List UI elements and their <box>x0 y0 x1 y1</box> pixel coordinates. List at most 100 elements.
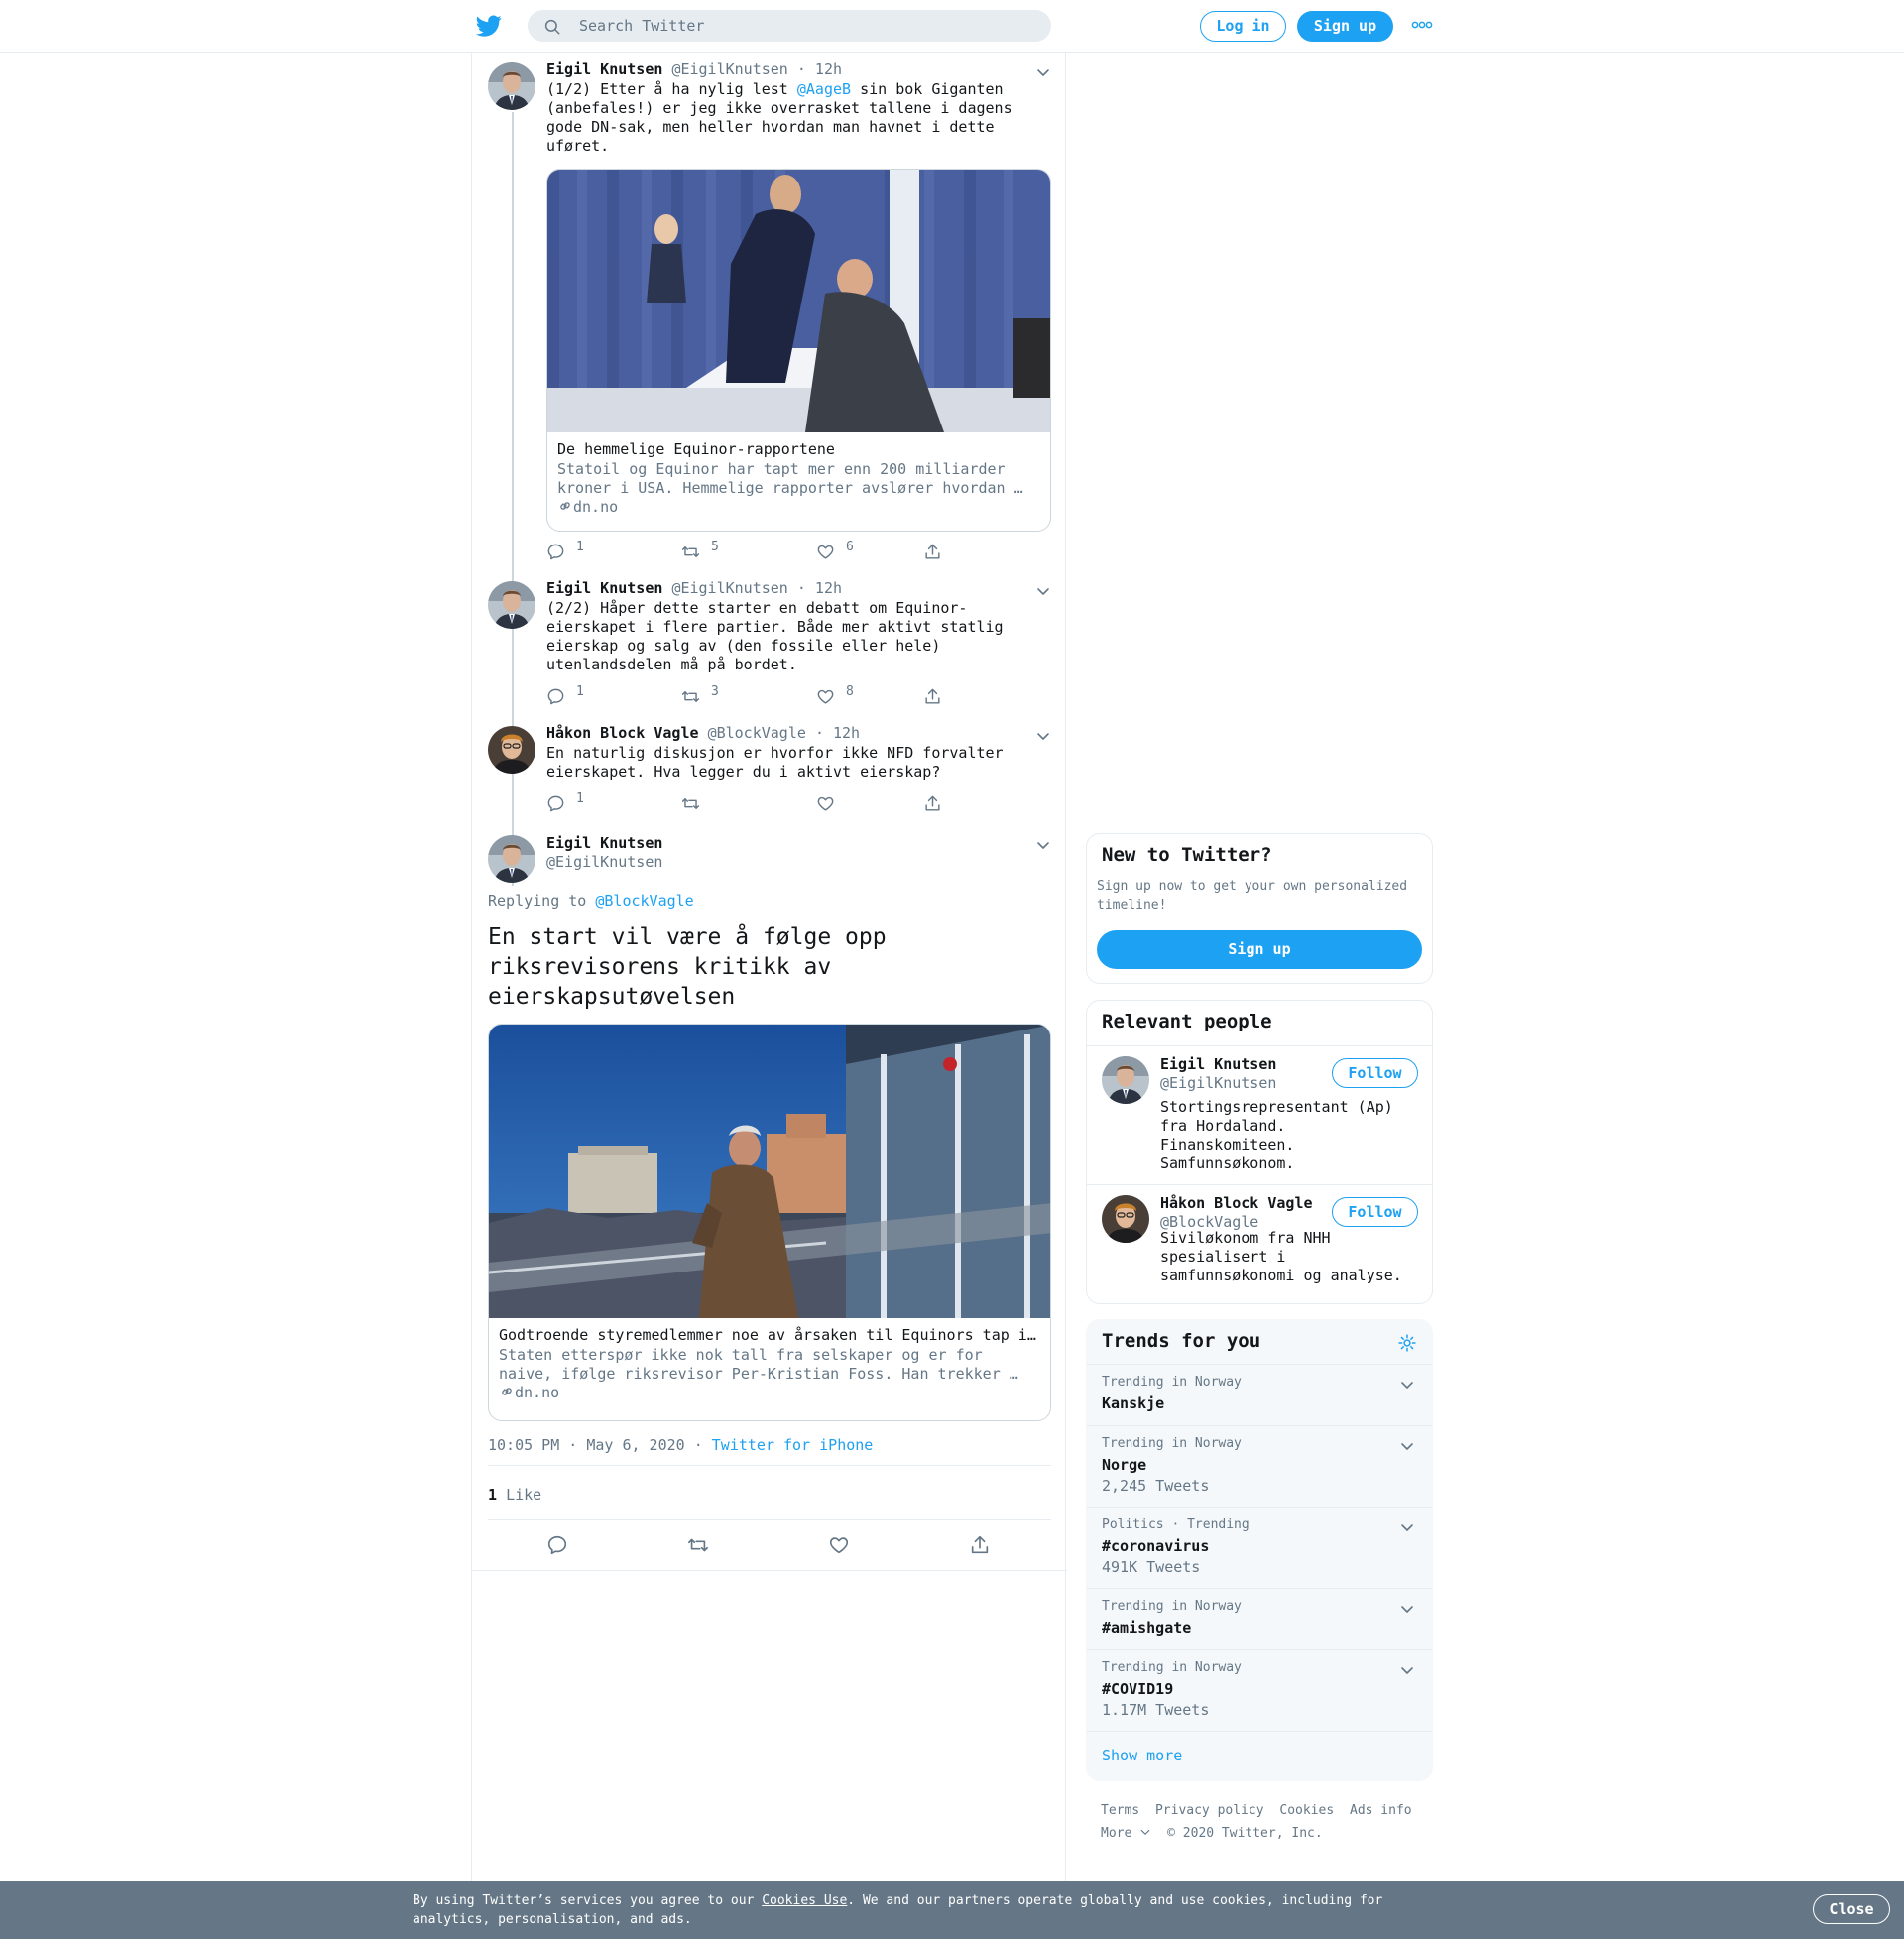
share-icon <box>923 687 942 706</box>
new-to-twitter-panel: New to Twitter? Sign up now to get your … <box>1086 833 1433 984</box>
trend-name[interactable]: #coronavirus <box>1102 1537 1209 1555</box>
person-bio: Siviløkonom fra NHH spesialisert i samfu… <box>1160 1229 1402 1284</box>
chevron-down-icon[interactable] <box>1399 1438 1415 1454</box>
avatar[interactable] <box>488 581 536 629</box>
heart-icon <box>816 543 835 561</box>
sign-up-button[interactable]: Sign up <box>1097 930 1422 969</box>
link-card[interactable]: De hemmelige Equinor-rapportene Statoil … <box>546 169 1051 532</box>
person-handle[interactable]: @EigilKnutsen <box>1160 1074 1276 1092</box>
article-image <box>489 1025 1050 1318</box>
thread-tweet[interactable]: Eigil Knutsen @EigilKnutsen · 12h (2/2) … <box>472 571 1067 715</box>
more-options-icon[interactable] <box>1411 18 1433 32</box>
trends-panel: Trends for you Trending in Norway Kanskj… <box>1086 1319 1433 1781</box>
likes-count[interactable]: 1 Like <box>488 1486 541 1504</box>
trend-count: 1.17M Tweets <box>1102 1701 1210 1719</box>
footer-terms-link[interactable]: Terms <box>1101 1803 1139 1818</box>
tweet-source-link[interactable]: Twitter for iPhone <box>712 1436 874 1454</box>
avatar[interactable] <box>488 726 536 774</box>
search-input[interactable] <box>579 10 1035 42</box>
show-more-link[interactable]: Show more <box>1087 1731 1432 1780</box>
cookies-use-link[interactable]: Cookies Use <box>762 1893 847 1908</box>
trend-item[interactable]: Trending in Norway #COVID19 1.17M Tweets <box>1087 1649 1432 1731</box>
trend-name[interactable]: Kanskje <box>1102 1394 1164 1412</box>
tweet-text: En naturlig diskusjon er hvorfor ikke NF… <box>546 744 1004 781</box>
close-button[interactable]: Close <box>1813 1894 1890 1924</box>
chevron-down-icon[interactable] <box>1035 728 1051 744</box>
author-name[interactable]: Eigil Knutsen <box>546 61 662 78</box>
author-handle[interactable]: @EigilKnutsen <box>671 61 787 78</box>
footer-more-menu[interactable]: More <box>1101 1826 1151 1841</box>
author-name[interactable]: Eigil Knutsen <box>546 834 662 852</box>
heart-icon <box>816 687 835 706</box>
share-icon <box>923 794 942 813</box>
thread-tweet[interactable]: Håkon Block Vagle @BlockVagle · 12h En n… <box>472 716 1067 823</box>
author-handle[interactable]: @EigilKnutsen <box>546 853 662 871</box>
link-card[interactable]: Godtroende styremedlemmer noe av årsaken… <box>488 1024 1051 1421</box>
tweet-time[interactable]: · 12h <box>815 724 860 742</box>
chevron-down-icon[interactable] <box>1399 1601 1415 1617</box>
avatar[interactable] <box>1102 1195 1149 1243</box>
share-icon <box>923 543 942 561</box>
trend-item[interactable]: Politics · Trending #coronavirus 491K Tw… <box>1087 1507 1432 1588</box>
tweet-text: (1/2) Etter å ha nylig lest @AageB sin b… <box>546 80 1012 155</box>
avatar[interactable] <box>488 835 536 883</box>
heart-icon[interactable] <box>828 1534 850 1556</box>
tweet-actions: 1 5 6 <box>546 540 973 561</box>
person-item[interactable]: Eigil Knutsen @EigilKnutsen Stortingsrep… <box>1087 1045 1432 1184</box>
chevron-down-icon[interactable] <box>1035 64 1051 80</box>
chevron-down-icon[interactable] <box>1035 837 1051 853</box>
trend-name[interactable]: Norge <box>1102 1456 1146 1474</box>
search-box[interactable] <box>528 10 1051 42</box>
footer-privacy-link[interactable]: Privacy policy <box>1155 1803 1264 1818</box>
avatar[interactable] <box>1102 1056 1149 1104</box>
retweet-icon <box>681 543 700 561</box>
footer-ads-info-link[interactable]: Ads info <box>1350 1803 1412 1818</box>
person-item[interactable]: Håkon Block Vagle @BlockVagle Siviløkono… <box>1087 1184 1432 1303</box>
tweet-text: En start vil være å følge opp riksreviso… <box>488 924 887 1010</box>
trend-item[interactable]: Trending in Norway Kanskje <box>1087 1364 1432 1425</box>
chevron-down-icon[interactable] <box>1399 1519 1415 1535</box>
author-name[interactable]: Håkon Block Vagle <box>546 724 699 742</box>
person-name[interactable]: Eigil Knutsen <box>1160 1055 1276 1073</box>
cookie-banner: By using Twitter’s services you agree to… <box>0 1881 1904 1939</box>
retweet-icon[interactable] <box>687 1534 709 1556</box>
chevron-down-icon[interactable] <box>1035 583 1051 599</box>
retweet-icon <box>681 687 700 706</box>
tweet-time[interactable]: · 12h <box>797 579 842 597</box>
trend-item[interactable]: Trending in Norway Norge 2,245 Tweets <box>1087 1425 1432 1507</box>
card-description: Statoil og Equinor har tapt mer enn 200 … <box>557 460 1023 497</box>
panel-title: New to Twitter? <box>1102 844 1272 866</box>
sign-up-button[interactable]: Sign up <box>1297 11 1393 42</box>
follow-button[interactable]: Follow <box>1332 1197 1418 1227</box>
avatar[interactable] <box>488 62 536 110</box>
relevant-people-panel: Relevant people Eigil Knutsen @EigilKnut… <box>1086 1000 1433 1304</box>
settings-gear-icon[interactable] <box>1397 1333 1417 1353</box>
footer-cookies-link[interactable]: Cookies <box>1279 1803 1334 1818</box>
chevron-down-icon[interactable] <box>1399 1662 1415 1678</box>
trend-name[interactable]: #COVID19 <box>1102 1680 1173 1698</box>
panel-title: Trends for you <box>1102 1330 1261 1352</box>
trend-item[interactable]: Trending in Norway #amishgate <box>1087 1588 1432 1649</box>
replying-to: Replying to @BlockVagle <box>488 892 694 909</box>
author-name[interactable]: Eigil Knutsen <box>546 579 662 597</box>
author-handle[interactable]: @BlockVagle <box>708 724 806 742</box>
share-icon[interactable] <box>969 1534 991 1556</box>
author-handle[interactable]: @EigilKnutsen <box>671 579 787 597</box>
trend-count: 491K Tweets <box>1102 1558 1201 1576</box>
twitter-logo-icon[interactable] <box>476 13 502 39</box>
focused-tweet: Eigil Knutsen @EigilKnutsen Replying to … <box>472 829 1067 1623</box>
log-in-button[interactable]: Log in <box>1200 11 1286 42</box>
reply-icon <box>546 687 565 706</box>
reply-icon[interactable] <box>546 1534 568 1556</box>
article-image <box>547 170 1050 432</box>
replying-to-link[interactable]: @BlockVagle <box>595 892 693 909</box>
follow-button[interactable]: Follow <box>1332 1058 1418 1088</box>
trend-name[interactable]: #amishgate <box>1102 1619 1191 1636</box>
thread-tweet[interactable]: Eigil Knutsen @EigilKnutsen · 12h (1/2) … <box>472 53 1067 568</box>
conversation-column: Eigil Knutsen @EigilKnutsen · 12h (1/2) … <box>471 53 1067 1881</box>
tweet-time[interactable]: · 12h <box>797 61 842 78</box>
chevron-down-icon[interactable] <box>1399 1377 1415 1393</box>
card-domain: dn.no <box>499 1384 559 1401</box>
mention-link[interactable]: @AageB <box>797 80 851 98</box>
person-name[interactable]: Håkon Block Vagle <box>1160 1194 1313 1212</box>
